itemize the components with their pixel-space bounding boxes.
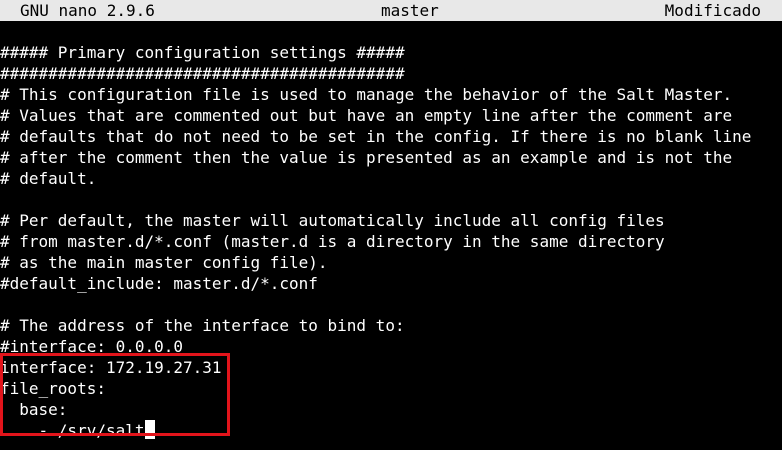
editor-line[interactable]: # Per default, the master will automatic… — [0, 210, 782, 231]
nano-title-bar: GNU nano 2.9.6 master Modificado — [0, 0, 782, 21]
editor-line[interactable] — [0, 189, 782, 210]
editor-line[interactable]: # The address of the interface to bind t… — [0, 315, 782, 336]
editor-line[interactable]: ##### Primary configuration settings ###… — [0, 42, 782, 63]
editor-line[interactable]: # as the main master config file). — [0, 252, 782, 273]
modified-status-label: Modificado — [664, 1, 761, 20]
editor-line[interactable]: # This configuration file is used to man… — [0, 84, 782, 105]
editor-line[interactable]: # defaults that do not need to be set in… — [0, 126, 782, 147]
editor-line[interactable]: ########################################… — [0, 63, 782, 84]
filename-label: master — [381, 1, 439, 20]
editor-line[interactable]: # from master.d/*.conf (master.d is a di… — [0, 231, 782, 252]
editor-line[interactable]: # Values that are commented out but have… — [0, 105, 782, 126]
editor-line[interactable]: # after the comment then the value is pr… — [0, 147, 782, 168]
red-highlight-annotation — [0, 353, 230, 436]
editor-line[interactable] — [0, 294, 782, 315]
editor-line[interactable]: # default. — [0, 168, 782, 189]
editor-version-label: GNU nano 2.9.6 — [20, 1, 155, 20]
editor-line[interactable]: #default_include: master.d/*.conf — [0, 273, 782, 294]
